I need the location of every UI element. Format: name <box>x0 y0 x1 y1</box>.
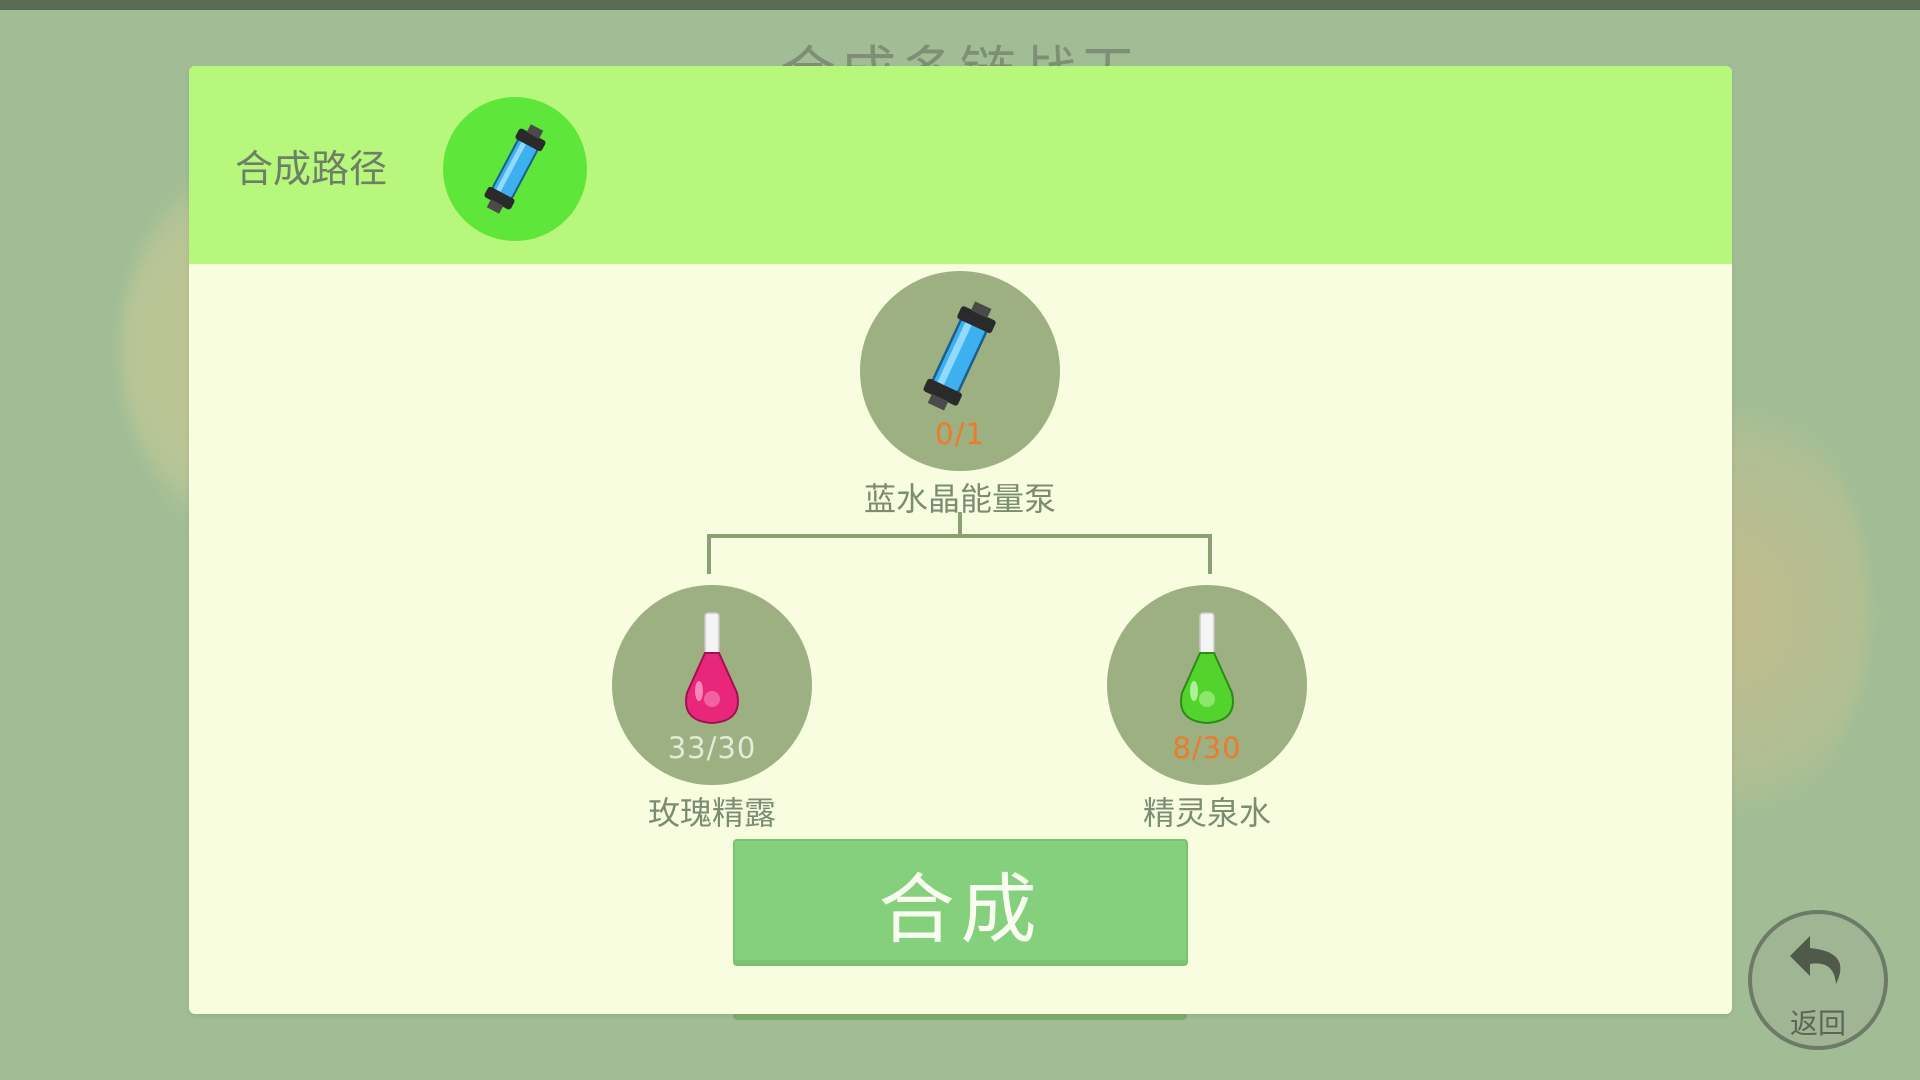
material-name-spirit-spring-water: 精灵泉水 <box>1142 794 1271 832</box>
blue-crystal-pump-icon <box>923 301 996 411</box>
undo-arrow-icon <box>1790 936 1841 984</box>
material-slot-rose-essence[interactable]: 33/30 <box>612 585 812 785</box>
synthesis-path-label: 合成路径 <box>235 147 388 191</box>
pink-potion-flask-icon <box>685 612 739 725</box>
target-item-slot[interactable]: 0/1 <box>860 271 1060 471</box>
back-label: 返回 <box>1789 1007 1846 1040</box>
back-button[interactable]: 返回 <box>1748 910 1888 1050</box>
top-bar <box>0 0 1920 10</box>
tree-connector-left <box>707 534 711 574</box>
tree-connector-horizontal <box>707 534 1212 538</box>
blue-crystal-pump-icon <box>484 124 546 214</box>
synthesis-path-header: 合成路径 <box>189 66 1732 264</box>
synthesis-dialog: 合成路径 0/1 蓝水晶能量泵 33/30 玫瑰精露 8/30 精灵泉水 合成 <box>189 66 1732 1014</box>
target-item-count: 0/1 <box>935 417 985 451</box>
tree-connector-right <box>1208 534 1212 574</box>
material-slot-spirit-spring-water[interactable]: 8/30 <box>1107 585 1307 785</box>
material-count-spirit-spring-water: 8/30 <box>1172 731 1242 765</box>
tree-connector-vertical-top <box>958 512 962 536</box>
material-count-rose-essence: 33/30 <box>667 731 757 765</box>
path-node-blue-crystal-pump[interactable] <box>443 97 587 241</box>
material-name-rose-essence: 玫瑰精露 <box>647 794 776 832</box>
green-potion-flask-icon <box>1180 612 1234 725</box>
craft-button[interactable]: 合成 <box>733 839 1188 966</box>
